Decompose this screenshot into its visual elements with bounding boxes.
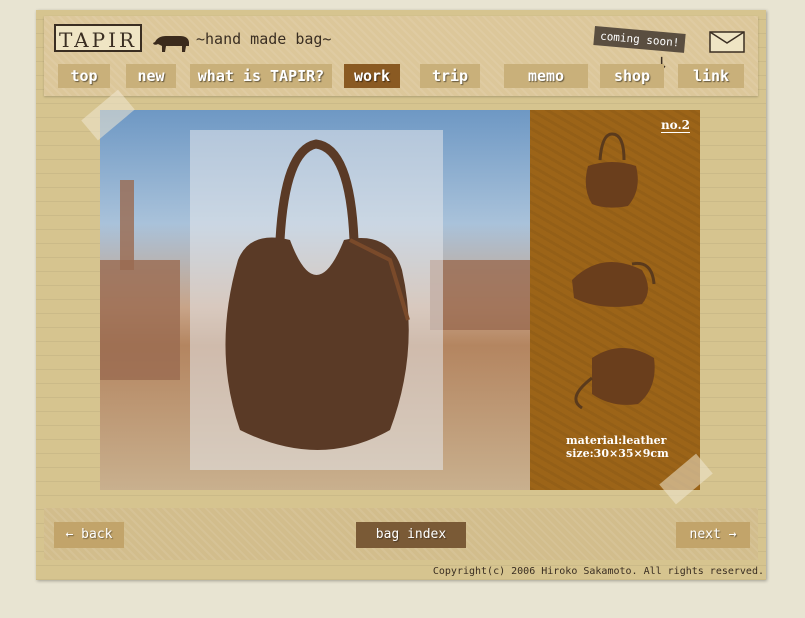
logo[interactable]: TAPIR — [54, 24, 142, 52]
nav-new[interactable]: new — [126, 64, 176, 88]
nav-link[interactable]: link — [678, 64, 744, 88]
page: TAPIR ~hand made bag~ coming soon! ↓ top… — [36, 10, 766, 580]
background-tower — [120, 180, 134, 270]
nav-memo[interactable]: memo — [504, 64, 588, 88]
bag-image — [225, 139, 410, 450]
background-building — [430, 260, 530, 330]
material-text: material:leather — [566, 434, 667, 447]
thumbnail-front[interactable] — [562, 130, 662, 210]
coming-soon-label: coming soon! — [593, 26, 687, 53]
nav-work[interactable]: work — [344, 64, 400, 88]
header: TAPIR ~hand made bag~ coming soon! ↓ top… — [44, 16, 758, 96]
footer-nav: ← back bag index next → — [44, 508, 758, 560]
thumbnail-flat[interactable] — [562, 338, 662, 418]
nav-shop[interactable]: shop — [600, 64, 664, 88]
nav-top[interactable]: top — [58, 64, 110, 88]
bag-photo-panel — [190, 130, 443, 470]
bag-index-button[interactable]: bag index — [356, 522, 466, 548]
thumbnail-side[interactable] — [562, 240, 662, 320]
tapir-icon — [153, 36, 189, 52]
product-info: material:leather size:30×35×9cm — [566, 434, 669, 460]
size-text: size:30×35×9cm — [566, 447, 669, 460]
product-side-panel: no.2 material:leather size:30×35×9cm — [530, 110, 700, 490]
arrow-left-icon: ← — [65, 527, 82, 542]
main-photo — [100, 110, 530, 490]
tagline: ~hand made bag~ — [196, 30, 332, 48]
background-building — [100, 260, 180, 380]
next-label: next — [689, 527, 721, 542]
back-label: back — [81, 527, 113, 542]
next-button[interactable]: next → — [676, 522, 750, 548]
back-button[interactable]: ← back — [54, 522, 124, 548]
arrow-right-icon: → — [720, 527, 737, 542]
nav-trip[interactable]: trip — [420, 64, 480, 88]
nav-what-is-tapir[interactable]: what is TAPIR? — [190, 64, 332, 88]
product-number: no.2 — [660, 118, 690, 133]
copyright: Copyright(c) 2006 Hiroko Sakamoto. All r… — [432, 566, 764, 577]
mail-icon[interactable] — [709, 31, 745, 53]
